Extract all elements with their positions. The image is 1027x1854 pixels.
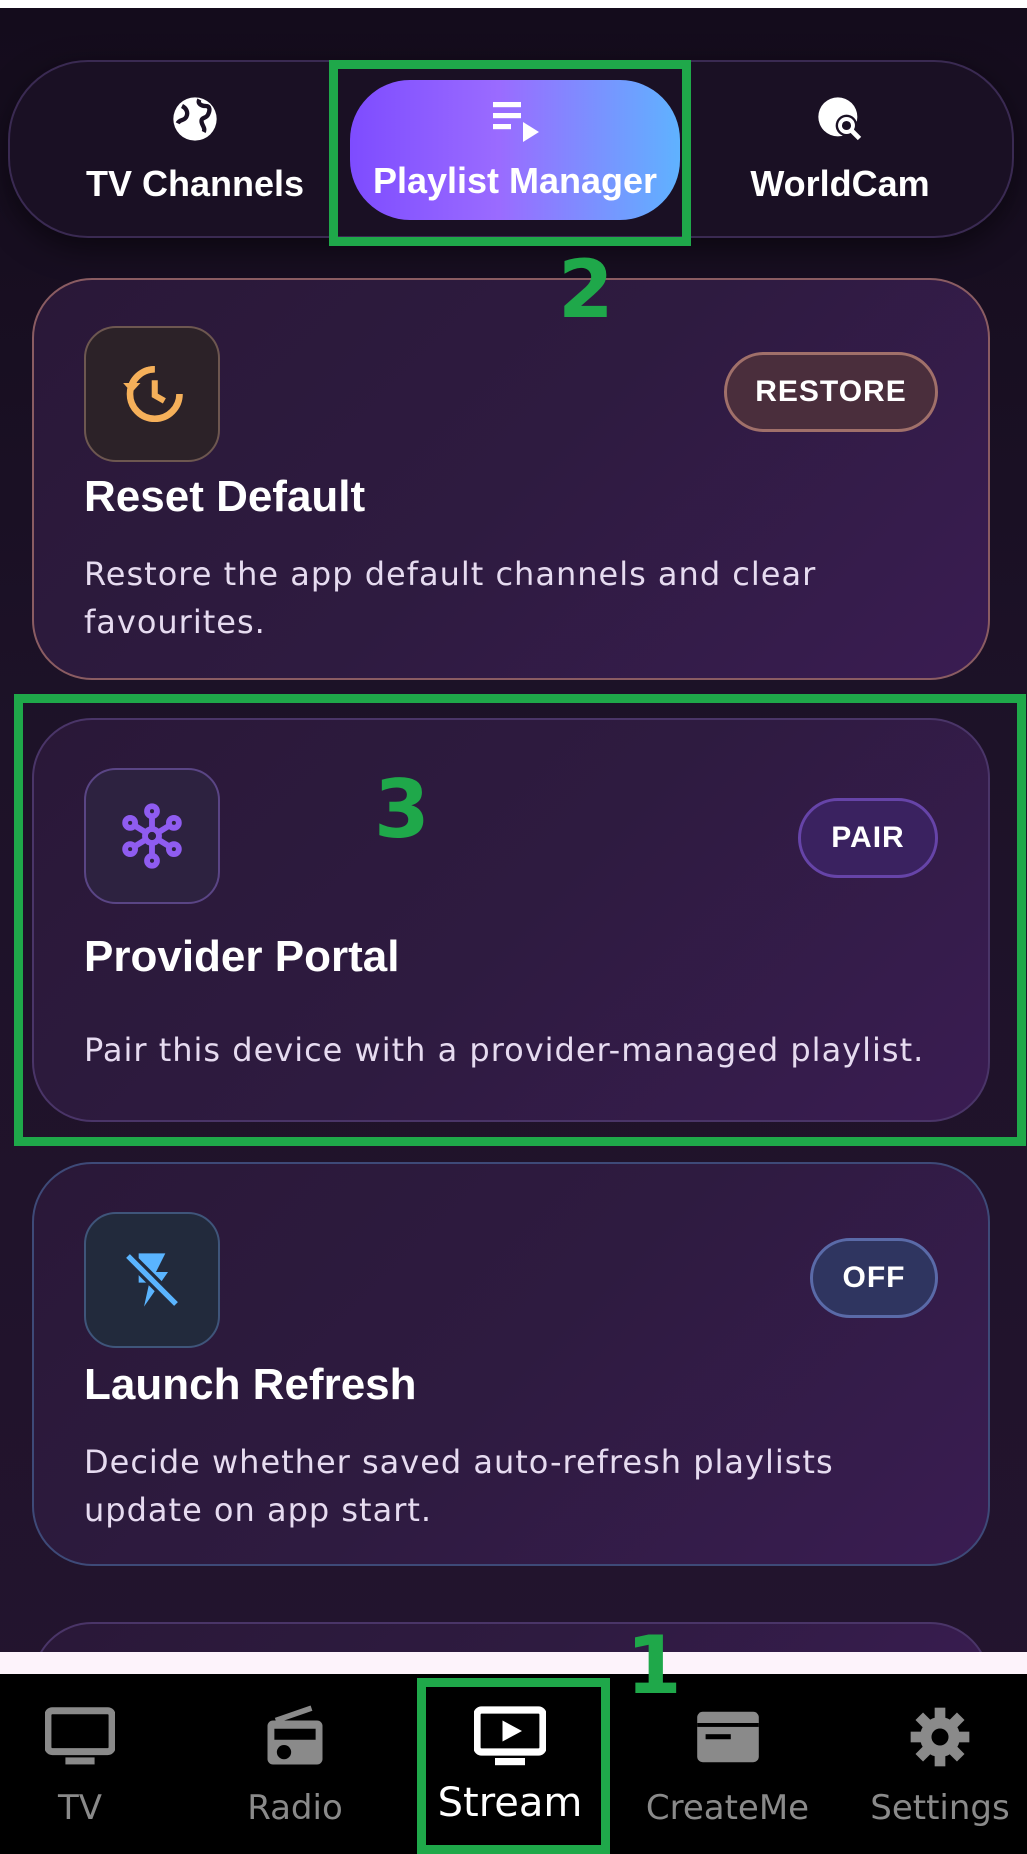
nav-label: Settings <box>870 1788 1010 1828</box>
annotation-number-1: 1 <box>626 1619 682 1712</box>
reset-default-card: RESTORE Reset Default Restore the app de… <box>32 278 990 680</box>
nav-settings[interactable]: Settings <box>860 1674 1020 1854</box>
tab-label: TV Channels <box>85 163 305 204</box>
nav-label: TV <box>57 1788 103 1828</box>
annotation-number-2: 2 <box>558 243 614 336</box>
card-description: Restore the app default channels and cle… <box>84 555 817 641</box>
nav-label: CreateMe <box>645 1788 810 1828</box>
createme-icon <box>693 1702 763 1772</box>
launch-refresh-toggle[interactable]: OFF <box>810 1238 938 1318</box>
nav-tv[interactable]: TV <box>20 1674 140 1854</box>
card-title: Reset Default <box>84 472 366 521</box>
tab-label: Playlist Manager <box>372 160 658 201</box>
card-title: Provider Portal <box>84 932 400 981</box>
card-description: Decide whether saved auto-refresh playli… <box>84 1443 834 1529</box>
gear-icon <box>908 1702 972 1772</box>
tv-icon <box>45 1702 115 1772</box>
radio-icon <box>262 1702 328 1772</box>
status-strip <box>0 0 1027 8</box>
stream-play-icon <box>474 1702 546 1772</box>
tab-label: WorldCam <box>750 163 930 204</box>
nav-label: Radio <box>247 1788 343 1828</box>
hub-network-icon <box>84 768 220 904</box>
nav-stream[interactable]: Stream <box>425 1674 595 1854</box>
nav-label: Stream <box>437 1780 583 1826</box>
nav-separator <box>0 1652 1027 1674</box>
app-screen: TV Channels Playlist Manager WorldCam RE… <box>0 0 1027 1854</box>
annotation-number-3: 3 <box>374 763 430 856</box>
playlist-play-icon <box>489 98 541 146</box>
flash-off-icon <box>84 1212 220 1348</box>
top-tab-bar: TV Channels Playlist Manager WorldCam <box>8 60 1014 238</box>
globe-search-icon <box>814 93 866 149</box>
nav-radio[interactable]: Radio <box>210 1674 380 1854</box>
globe-icon <box>169 93 221 149</box>
restore-history-icon <box>84 326 220 462</box>
card-title: Launch Refresh <box>84 1360 417 1409</box>
provider-portal-card: PAIR Provider Portal Pair this device wi… <box>32 718 990 1122</box>
tab-worldcam[interactable]: WorldCam <box>690 62 990 236</box>
restore-button[interactable]: RESTORE <box>724 352 938 432</box>
launch-refresh-card: OFF Launch Refresh Decide whether saved … <box>32 1162 990 1566</box>
pair-button[interactable]: PAIR <box>798 798 938 878</box>
bottom-nav: TV Radio Stream CreateMe Settings <box>0 1674 1027 1854</box>
tab-tv-channels[interactable]: TV Channels <box>50 62 340 236</box>
card-description: Pair this device with a provider-managed… <box>84 1031 925 1069</box>
tab-playlist-manager[interactable]: Playlist Manager <box>350 80 680 220</box>
